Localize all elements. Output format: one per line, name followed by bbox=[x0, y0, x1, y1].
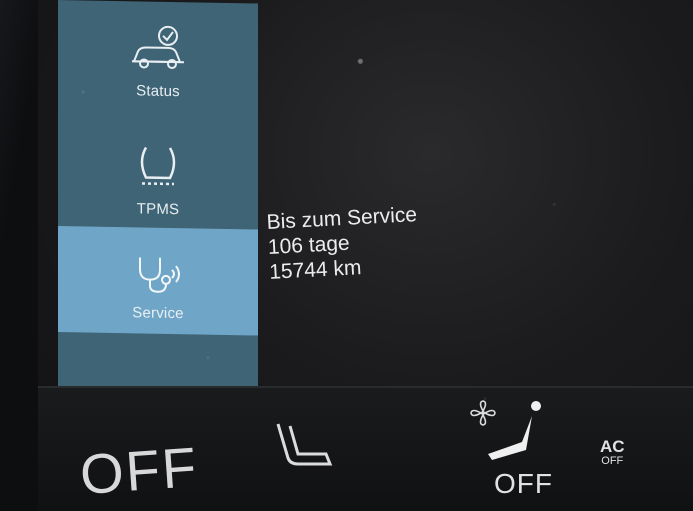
seat-heat-icon[interactable] bbox=[268, 418, 338, 478]
left-temperature-button[interactable]: OFF bbox=[78, 434, 200, 507]
sidebar-item-label: TPMS bbox=[136, 200, 180, 219]
ac-button[interactable]: AC OFF bbox=[600, 437, 625, 468]
service-info: Bis zum Service 106 tage 15744 km bbox=[266, 202, 420, 285]
ac-status: OFF bbox=[601, 455, 624, 467]
sidebar-item-status[interactable]: Status bbox=[58, 0, 258, 113]
sidebar: Status TPMS Service bbox=[58, 0, 258, 390]
ac-label: AC bbox=[600, 437, 625, 456]
sidebar-item-service[interactable]: Service bbox=[58, 226, 258, 336]
seat-recline-icon[interactable] bbox=[478, 396, 548, 466]
stethoscope-signal-icon bbox=[139, 257, 180, 293]
sidebar-item-label: Service bbox=[132, 304, 184, 323]
bezel: Status TPMS Service Bis zum Service 106 … bbox=[0, 0, 693, 511]
climate-bar: OFF OFF AC OFF bbox=[38, 388, 693, 511]
fan-off-button[interactable]: OFF bbox=[494, 468, 553, 500]
sidebar-item-label: Status bbox=[136, 82, 180, 101]
car-check-icon bbox=[132, 25, 184, 69]
tire-pressure-icon bbox=[140, 146, 176, 186]
sidebar-item-tpms[interactable]: TPMS bbox=[58, 118, 258, 231]
display-screen: Status TPMS Service Bis zum Service 106 … bbox=[38, 0, 693, 511]
